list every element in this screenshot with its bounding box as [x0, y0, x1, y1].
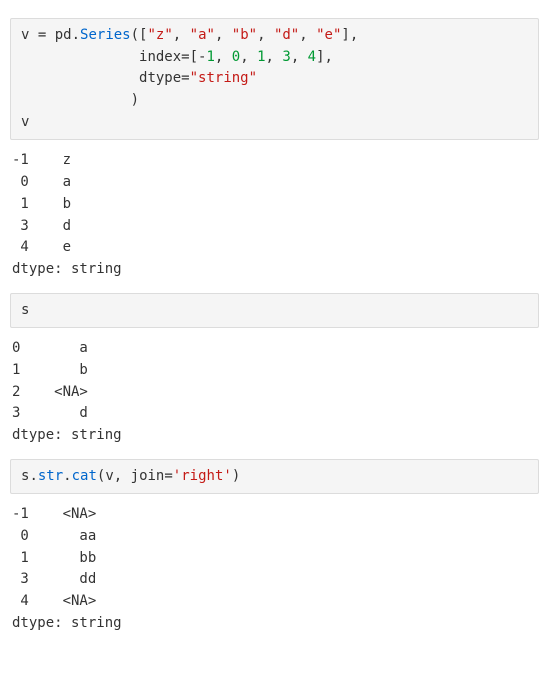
dot: . [63, 468, 71, 484]
str-d: "d" [274, 27, 299, 43]
bracket-close: ] [341, 27, 349, 43]
str-string: "string" [190, 70, 257, 86]
comma: , [299, 27, 316, 43]
num-1b: 1 [257, 49, 265, 65]
comma: , [291, 49, 308, 65]
num-1: 1 [206, 49, 214, 65]
kw-join: join [131, 468, 165, 484]
code-cell-2: s [10, 293, 539, 329]
op-eq: = [181, 49, 189, 65]
pad [21, 92, 131, 108]
code-cell-3: s.str.cat(v, join='right') [10, 459, 539, 495]
paren-open: ( [131, 27, 139, 43]
num-3: 3 [282, 49, 290, 65]
output-3: -1 <NA> 0 aa 1 bb 3 dd 4 <NA> dtype: str… [10, 502, 539, 636]
paren-close: ) [232, 468, 240, 484]
comma: , [240, 49, 257, 65]
bracket-close: ] [316, 49, 324, 65]
str-z: "z" [147, 27, 172, 43]
bracket-open: [ [190, 49, 198, 65]
code: v = pd.Series( [ "z", "a", "b", "d", "e"],… [21, 25, 528, 133]
num-4: 4 [308, 49, 316, 65]
comma: , [266, 49, 283, 65]
code: s.str.cat(v, join='right') [21, 466, 528, 488]
comma: , [350, 27, 358, 43]
kw-index: index [139, 49, 181, 65]
str-a: "a" [190, 27, 215, 43]
output-text: -1 <NA> 0 aa 1 bb 3 dd 4 <NA> dtype: str… [12, 504, 537, 634]
var-v-echo: v [21, 114, 29, 130]
paren-close: ) [131, 92, 139, 108]
func-series: Series [80, 27, 131, 43]
dot: . [72, 27, 80, 43]
str-right: 'right' [173, 468, 232, 484]
dot: . [29, 468, 37, 484]
op-assign: = [29, 27, 54, 43]
comma: , [325, 49, 333, 65]
comma: , [215, 49, 232, 65]
var-s: s [21, 302, 29, 318]
comma: , [215, 27, 232, 43]
method-cat: cat [72, 468, 97, 484]
str-e: "e" [316, 27, 341, 43]
comma: , [257, 27, 274, 43]
num-0: 0 [232, 49, 240, 65]
code: s [21, 300, 528, 322]
str-b: "b" [232, 27, 257, 43]
output-text: 0 a 1 b 2 <NA> 3 d dtype: string [12, 338, 537, 446]
code-cell-1: v = pd.Series( [ "z", "a", "b", "d", "e"],… [10, 18, 539, 140]
pad [21, 49, 139, 65]
comma: , [173, 27, 190, 43]
output-2: 0 a 1 b 2 <NA> 3 d dtype: string [10, 336, 539, 448]
kw-dtype: dtype [139, 70, 181, 86]
module-pd: pd [55, 27, 72, 43]
pad [21, 70, 139, 86]
comma: , [114, 468, 131, 484]
accessor-str: str [38, 468, 63, 484]
output-1: -1 z 0 a 1 b 3 d 4 e dtype: string [10, 148, 539, 282]
arg-v: v [105, 468, 113, 484]
op-eq: = [164, 468, 172, 484]
output-text: -1 z 0 a 1 b 3 d 4 e dtype: string [12, 150, 537, 280]
op-eq: = [181, 70, 189, 86]
